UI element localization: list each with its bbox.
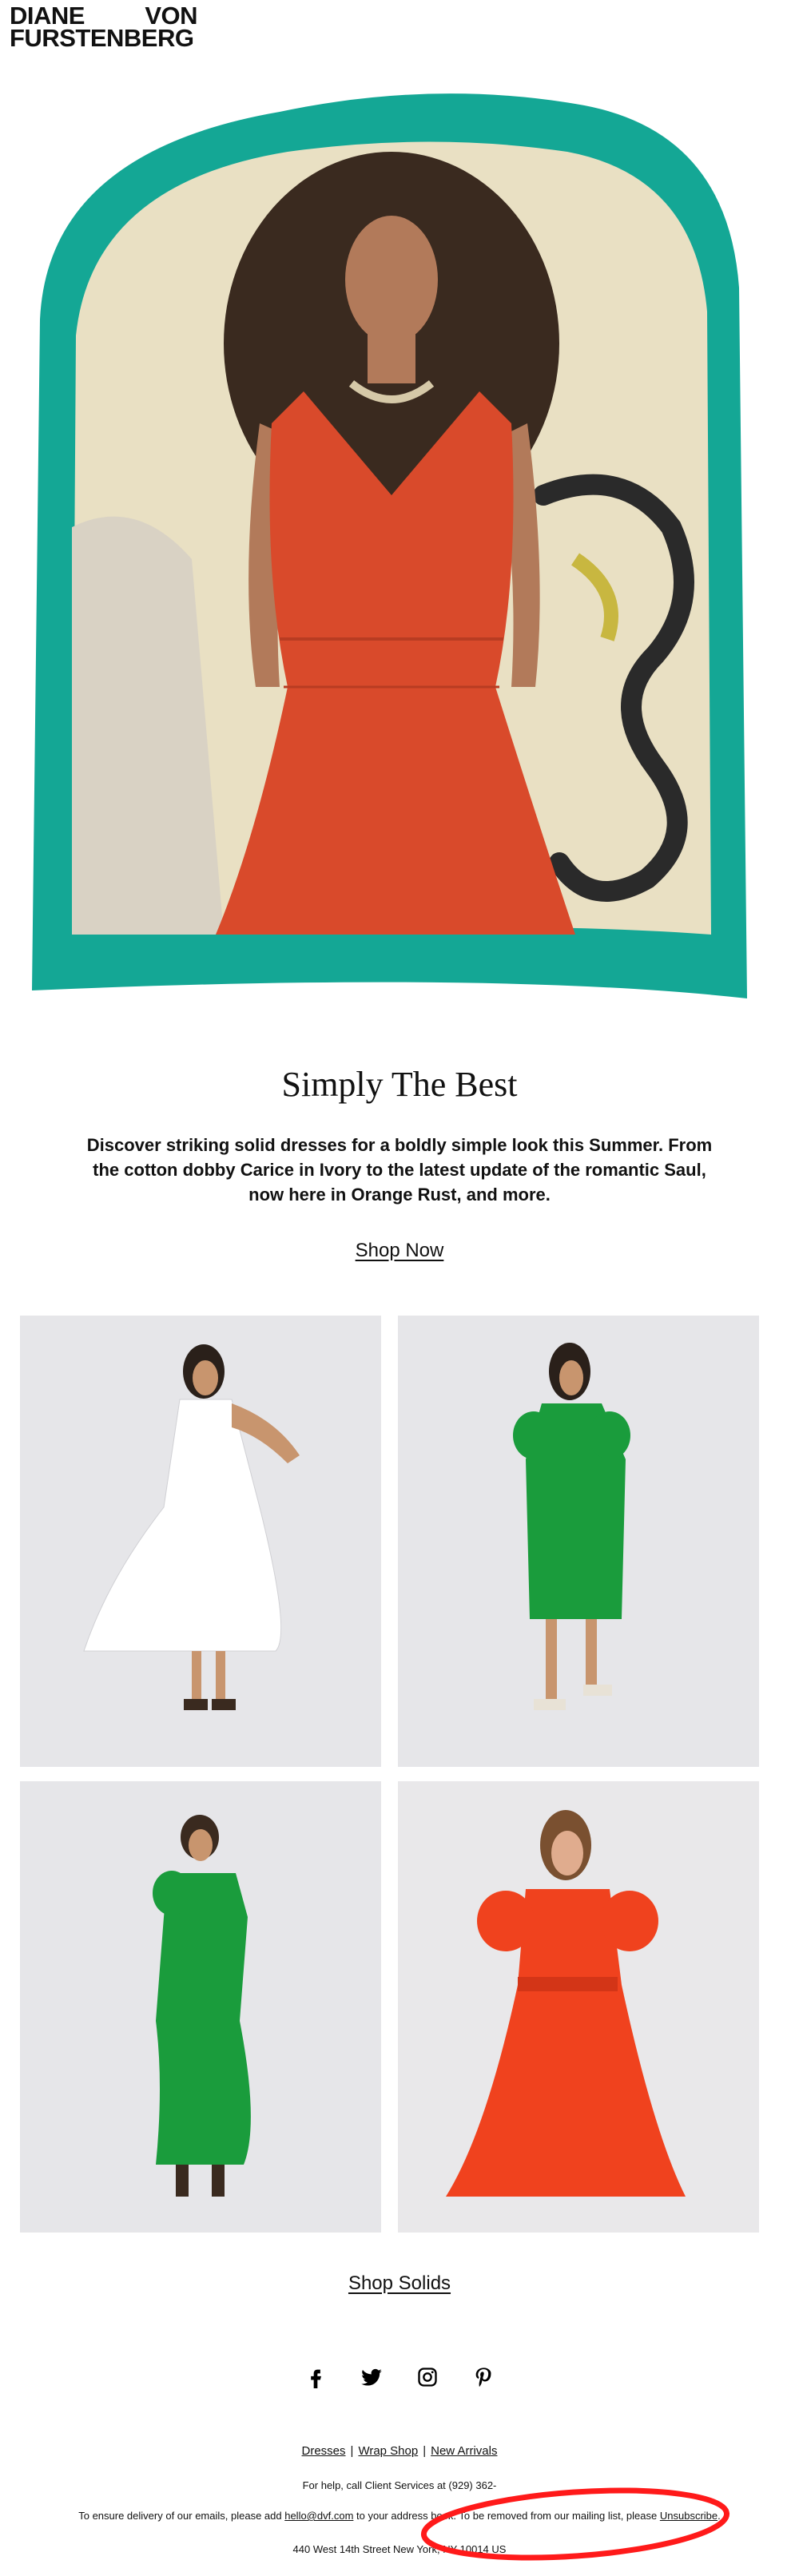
email-link[interactable]: hello@dvf.com [284,2510,353,2522]
brand-logo[interactable]: DIANE VON FURSTENBERG [10,3,197,52]
instagram-icon[interactable] [415,2364,440,2390]
shop-solids-cta: Shop Solids [0,2272,799,2295]
footer-separator: | [350,2444,354,2458]
postal-address: 440 West 14th Street New York, NY 10014 … [292,2543,507,2555]
product-image [20,1316,381,1767]
facebook-icon[interactable] [303,2364,328,2390]
footer-links: Dresses | Wrap Shop | New Arrivals [0,2444,799,2458]
shop-now-cta: Shop Now [0,1240,799,1262]
footer-link-dresses[interactable]: Dresses [302,2444,346,2458]
headline: Simply The Best [281,1065,518,1104]
product-tile-orange-shirtdress[interactable] [398,1781,759,2233]
footer-separator: | [423,2444,427,2458]
product-tile-ivory-dress[interactable] [20,1316,381,1767]
twitter-icon[interactable] [359,2364,384,2390]
pinterest-icon[interactable] [471,2364,496,2390]
logo-word-furstenberg: FURSTENBERG [10,24,194,52]
shop-solids-link[interactable]: Shop Solids [348,2272,451,2294]
product-image [398,1316,759,1767]
footer-link-new-arrivals[interactable]: New Arrivals [431,2444,497,2458]
hero-illustration [32,93,747,999]
client-services-text: For help, call Client Services at (929) … [302,2479,497,2491]
shop-now-link[interactable]: Shop Now [356,1240,444,1261]
product-image [398,1781,759,2233]
unsubscribe-link[interactable]: Unsubscribe [660,2510,718,2522]
product-image [20,1781,381,2233]
delivery-text-middle: to your address book. To be removed from… [353,2510,660,2522]
footer-link-wrap-shop[interactable]: Wrap Shop [358,2444,418,2458]
delivery-text-end: . [718,2510,721,2522]
social-links [0,2364,799,2390]
body-copy: Discover striking solid dresses for a bo… [86,1135,713,1205]
hero-image[interactable] [16,80,767,1022]
product-tile-green-one-shoulder[interactable] [20,1781,381,2233]
delivery-text: To ensure delivery of our emails, please… [78,2510,285,2522]
product-tile-green-shirtdress[interactable] [398,1316,759,1767]
delivery-notice: To ensure delivery of our emails, please… [0,2510,799,2522]
